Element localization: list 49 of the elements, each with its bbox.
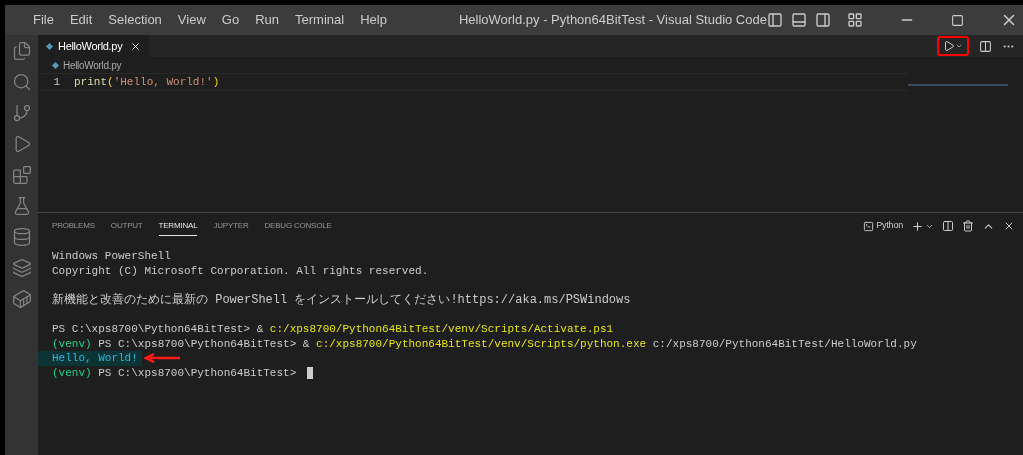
menu-item[interactable]: Terminal bbox=[287, 10, 353, 30]
breadcrumb[interactable]: HelloWorld.py bbox=[63, 57, 122, 73]
caret-icon bbox=[955, 42, 963, 50]
terminal-line: Windows PowerShell bbox=[51, 249, 172, 264]
terminal-line: PS C:\xps8700\Python64BitTest> & c:/xps8700/Python64BitTest/venv/Scripts/Activate.ps1 bbox=[51, 321, 615, 337]
menu-item[interactable]: View bbox=[169, 10, 214, 30]
toggle-secondary-sidebar-icon[interactable] bbox=[814, 12, 831, 28]
menu-item[interactable]: Help bbox=[352, 10, 395, 30]
split-editor-icon[interactable] bbox=[979, 39, 992, 53]
menu-item[interactable]: Go bbox=[213, 10, 248, 30]
editor-tab[interactable]: HelloWorld.py bbox=[38, 35, 150, 57]
terminal-line: 新機能と改善のために最新の PowerShell をインストールしてください!https://aka.ms/PSWindows bbox=[51, 292, 632, 308]
close-panel-icon[interactable] bbox=[1003, 220, 1015, 232]
menu-item[interactable]: Edit bbox=[61, 10, 101, 30]
files-icon[interactable] bbox=[11, 41, 32, 61]
terminal-name[interactable]: Python bbox=[876, 219, 903, 233]
menu-item[interactable]: Selection bbox=[100, 10, 170, 30]
panel-tab[interactable]: OUTPUT bbox=[110, 216, 143, 236]
toggle-sidebar-icon[interactable] bbox=[766, 12, 783, 28]
split-terminal-icon[interactable] bbox=[942, 220, 954, 232]
layout-icon[interactable] bbox=[846, 12, 863, 28]
panel-tab[interactable]: JUPYTER bbox=[213, 216, 249, 236]
terminal-line: Copyright (C) Microsoft Corporation. All rights reserved. bbox=[51, 263, 430, 279]
close-tab-icon[interactable] bbox=[130, 40, 142, 52]
trash-icon[interactable] bbox=[962, 220, 974, 232]
python-file-icon bbox=[52, 61, 59, 69]
layers-icon[interactable] bbox=[11, 258, 32, 278]
panel-tab[interactable]: PROBLEMS bbox=[52, 216, 95, 236]
source-control-icon[interactable] bbox=[11, 103, 32, 123]
window-title: HelloWorld.py - Python64BitTest - Visual Studio Code bbox=[458, 11, 767, 30]
database-icon[interactable] bbox=[11, 227, 32, 247]
code-line: print('Hello, World!') bbox=[74, 75, 220, 90]
run-button[interactable] bbox=[937, 36, 969, 56]
line-number: 1 bbox=[52, 75, 61, 90]
docker-icon[interactable] bbox=[11, 289, 32, 309]
python-file-icon bbox=[46, 42, 53, 50]
play-icon bbox=[943, 40, 955, 52]
new-terminal-icon[interactable] bbox=[911, 219, 924, 233]
panel-tab[interactable]: TERMINAL bbox=[158, 216, 198, 236]
menu-item[interactable]: File bbox=[25, 10, 62, 30]
extensions-icon[interactable] bbox=[11, 165, 32, 185]
menu-item[interactable]: Run bbox=[247, 10, 287, 30]
toggle-panel-icon[interactable] bbox=[790, 12, 807, 28]
maximize-icon[interactable] bbox=[950, 13, 964, 27]
panel-tab[interactable]: DEBUG CONSOLE bbox=[264, 216, 332, 236]
terminal-icon bbox=[863, 220, 875, 232]
terminal-line: (venv) PS C:\xps8700\Python64BitTest> bbox=[51, 365, 298, 381]
search-icon[interactable] bbox=[11, 72, 32, 92]
terminal-line: (venv) PS C:\xps8700\Python64BitTest> & c:/xps8700/Python64BitTest/venv/Scripts/python.exe c:/xps8700/Python64BitTest/HelloWorld.py bbox=[51, 336, 918, 352]
